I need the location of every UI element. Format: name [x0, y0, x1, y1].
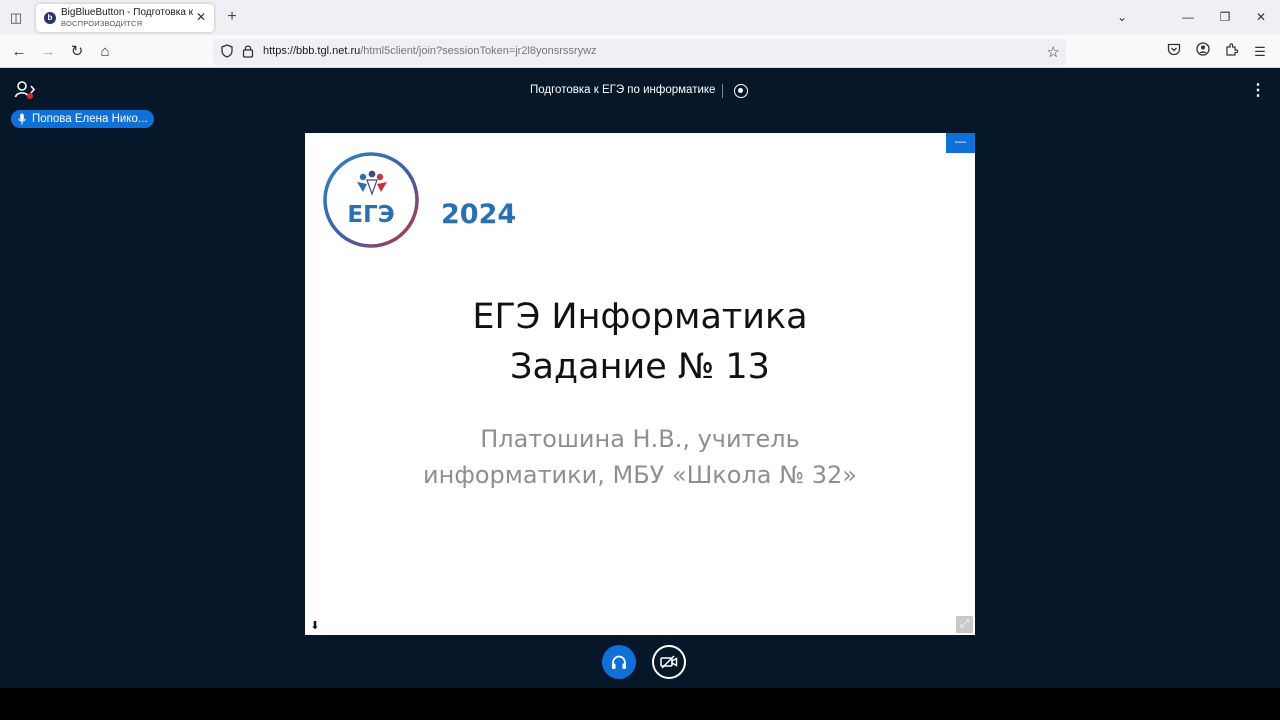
fullscreen-icon[interactable]: ⤢: [956, 616, 973, 633]
minimize-presentation-button[interactable]: —: [946, 133, 975, 153]
close-tab-icon[interactable]: ✕: [194, 10, 208, 24]
shield-icon[interactable]: [219, 44, 235, 60]
restore-window-icon[interactable]: ❐: [1215, 8, 1235, 26]
bottom-strip: [0, 688, 1280, 720]
extensions-icon[interactable]: [1222, 42, 1242, 62]
options-menu-icon[interactable]: ⋮: [1250, 82, 1266, 100]
minimize-window-icon[interactable]: —: [1178, 8, 1198, 26]
user-list-toggle-button[interactable]: [14, 80, 38, 102]
account-icon[interactable]: [1193, 42, 1213, 62]
bbb-app: Попова Елена Нико... Подготовка к ЕГЭ по…: [0, 68, 1280, 688]
audio-button[interactable]: [602, 645, 636, 679]
ege-logo: ЕГЭ: [323, 152, 419, 248]
tab-playing-label: ВОСПРОИЗВОДИТСЯ: [61, 19, 143, 28]
menu-icon[interactable]: ☰: [1250, 42, 1270, 62]
slide-author-line-2: информатики, МБУ «Школа № 32»: [423, 461, 857, 489]
browser-tab[interactable]: b BigBlueButton - Подготовка к ЕГЭ по ин…: [36, 4, 214, 32]
reload-icon[interactable]: ↻: [66, 41, 88, 63]
back-arrow-icon[interactable]: ←: [8, 41, 30, 63]
close-window-icon[interactable]: ✕: [1251, 8, 1271, 26]
tab-list-icon[interactable]: ◫: [6, 8, 26, 28]
presentation-slide: — ЕГЭ 2024 ЕГЭ Информатика Задание № 13 …: [305, 133, 975, 635]
headphones-icon: [612, 655, 626, 669]
home-icon[interactable]: ⌂: [94, 41, 116, 63]
url-text: https://bbb.tgl.net.ru/html5client/join?…: [263, 45, 597, 57]
talker-name: Попова Елена Нико...: [32, 113, 148, 125]
camera-off-icon: [660, 655, 678, 669]
notification-dot: [27, 93, 33, 99]
title-divider: [722, 84, 723, 98]
address-bar[interactable]: https://bbb.tgl.net.ru/html5client/join?…: [213, 39, 1066, 65]
slide-author-line-1: Платошина Н.В., учитель: [480, 425, 800, 453]
svg-text:ЕГЭ: ЕГЭ: [347, 202, 394, 228]
slide-title-line-1: ЕГЭ Информатика: [472, 297, 808, 337]
browser-nav-bar: ← → ↻ ⌂ https://bbb.tgl.net.ru/html5clie…: [0, 35, 1280, 68]
pocket-icon[interactable]: [1164, 42, 1184, 62]
microphone-icon: [18, 113, 26, 125]
record-icon[interactable]: [734, 84, 748, 98]
bookmark-star-icon[interactable]: ☆: [1047, 43, 1060, 61]
tab-title: BigBlueButton - Подготовка к ЕГЭ по инфо…: [61, 7, 193, 18]
camera-button[interactable]: [652, 645, 686, 679]
download-icon[interactable]: ⬇: [309, 620, 321, 632]
slide-title-line-2: Задание № 13: [510, 347, 770, 387]
bbb-favicon-icon: b: [44, 12, 56, 24]
slide-year: 2024: [441, 199, 517, 230]
meeting-title: Подготовка к ЕГЭ по информатике: [530, 84, 716, 96]
lock-icon[interactable]: [240, 44, 256, 60]
new-tab-button[interactable]: +: [223, 8, 241, 26]
user-list-icon: [14, 81, 36, 98]
talking-indicator[interactable]: Попова Елена Нико...: [11, 110, 154, 128]
forward-arrow-icon[interactable]: →: [37, 41, 59, 63]
chevron-down-icon[interactable]: ⌄: [1112, 8, 1132, 26]
browser-tab-bar: ◫ b BigBlueButton - Подготовка к ЕГЭ по …: [0, 0, 1280, 35]
